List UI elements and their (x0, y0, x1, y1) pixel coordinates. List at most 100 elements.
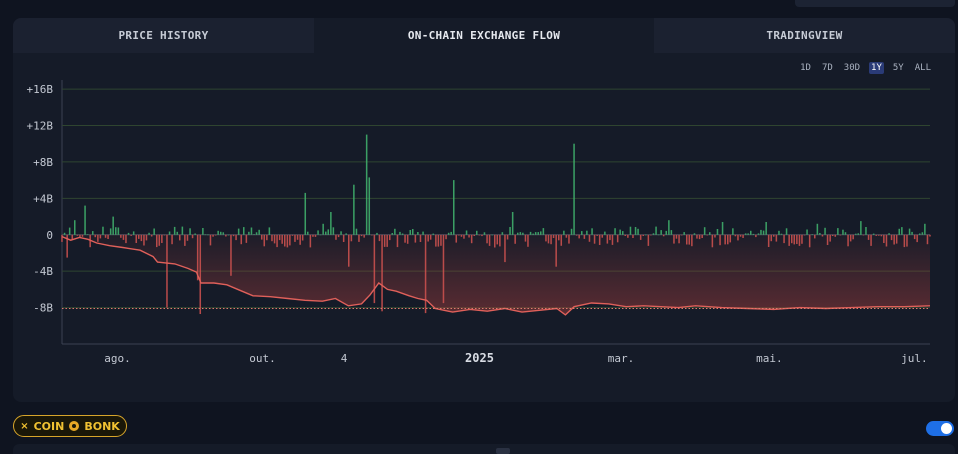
exchange-flow-chart[interactable]: +16B +12B +8B +4B 0 -4B -8B ago. out. 4 2025 mar. ma… (13, 18, 955, 402)
flow-bar (504, 234, 506, 263)
flow-bar (63, 232, 66, 235)
flow-bar (68, 227, 71, 235)
flow-bar (545, 234, 547, 242)
flow-bar (698, 234, 701, 240)
flow-bar (593, 234, 596, 244)
flow-bar (750, 230, 752, 235)
flow-bar (808, 234, 811, 248)
flow-bar (890, 234, 893, 241)
x-tick-label: mai. (756, 352, 783, 365)
flow-bar (437, 234, 440, 247)
flow-bar (619, 229, 621, 235)
y-tick-label: -8B (33, 302, 53, 315)
flow-bar (880, 234, 883, 237)
flow-bar (558, 234, 560, 241)
flow-bar (560, 234, 563, 246)
flow-bar (258, 229, 260, 235)
flow-bar (921, 232, 924, 235)
toggle-switch[interactable] (926, 421, 954, 436)
exchange-flow-panel: PRICE HISTORY ON-CHAIN EXCHANGE FLOW TRA… (13, 18, 955, 402)
flow-bar (555, 234, 557, 267)
flow-bar (473, 234, 476, 236)
flow-bar (120, 234, 122, 238)
flow-bar (406, 234, 409, 244)
flow-bar (217, 230, 219, 235)
flow-bar (509, 227, 511, 235)
flow-bar (138, 234, 140, 239)
flow-bar (453, 180, 455, 235)
flow-bar (609, 234, 611, 241)
flow-bar (204, 234, 207, 236)
flow-bar (793, 234, 796, 245)
flow-bar (348, 234, 350, 267)
flow-bar (163, 234, 166, 236)
flow-bar (237, 228, 240, 235)
x-tick-label: mar. (608, 352, 635, 365)
flow-bar (604, 231, 606, 235)
flow-bar (371, 234, 373, 236)
flow-bar (780, 233, 783, 235)
flow-bar (798, 234, 801, 246)
flow-bar (517, 232, 519, 235)
bonk-label: BONK (84, 419, 120, 433)
flow-bar (115, 227, 117, 235)
flow-bar (107, 234, 109, 239)
flow-bar (284, 234, 286, 247)
flow-bar (350, 234, 353, 242)
flow-bar (294, 234, 296, 242)
flow-bar (829, 234, 831, 242)
panel-handle[interactable] (496, 448, 510, 454)
flow-bar (332, 227, 335, 235)
flow-bar (404, 234, 406, 243)
flow-bar (222, 232, 225, 235)
flow-bar (688, 234, 691, 245)
flow-bar (816, 223, 819, 235)
flow-bar (92, 231, 94, 235)
x-tick-label: 4 (341, 352, 348, 365)
flow-bar (309, 234, 312, 248)
flow-bar (511, 212, 514, 235)
flow-bar (627, 234, 629, 238)
flow-bar (325, 231, 327, 235)
coin-filter-pill[interactable]: × COIN BONK (13, 415, 127, 437)
flow-bar (263, 234, 266, 247)
flow-bar (458, 234, 460, 236)
flow-bar (112, 216, 114, 235)
flow-bar (391, 233, 394, 235)
flow-bar (898, 228, 901, 235)
flow-bar (752, 233, 755, 235)
flow-bar (132, 231, 135, 235)
flow-bar (573, 143, 575, 235)
flow-bar (924, 223, 926, 235)
flow-bar (94, 234, 97, 238)
flow-bar (650, 234, 652, 236)
flow-bar (445, 234, 447, 240)
y-tick-label: +12B (27, 120, 54, 133)
flow-bar (683, 232, 685, 235)
close-icon[interactable]: × (20, 421, 28, 432)
flow-bar (870, 234, 872, 246)
flow-bar (791, 234, 793, 244)
flow-bar (888, 233, 890, 235)
flow-bar (81, 234, 84, 237)
flow-bar (727, 234, 729, 245)
flow-bar (837, 228, 839, 235)
flow-bar (637, 228, 639, 235)
flow-bar (376, 232, 378, 235)
flow-bar (634, 227, 637, 235)
flow-bar (796, 234, 798, 244)
flow-bar (276, 234, 278, 248)
flow-bar (399, 231, 401, 235)
flow-bar (542, 228, 545, 235)
flow-bar (179, 234, 181, 241)
flow-bar (184, 234, 186, 246)
flow-bar (724, 234, 726, 245)
flow-bar (363, 234, 365, 238)
flow-bar (624, 234, 627, 236)
flow-bar (883, 234, 885, 243)
bonk-coin-icon (69, 421, 80, 431)
flow-bar (145, 234, 148, 241)
flow-bar (616, 234, 619, 243)
y-tick-label: +8B (33, 156, 53, 169)
flow-bar (499, 234, 501, 247)
